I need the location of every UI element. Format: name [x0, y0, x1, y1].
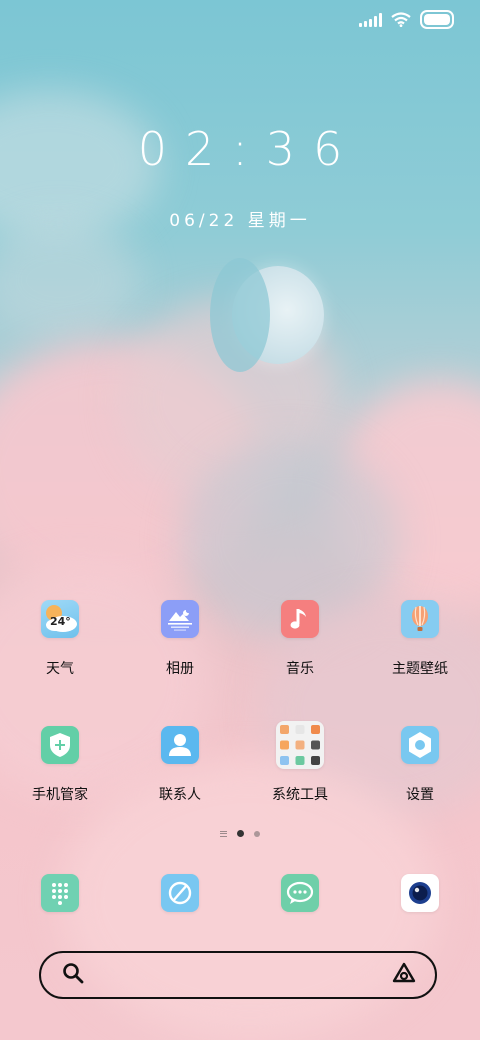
music-icon [281, 600, 319, 638]
menu-lines-icon [220, 830, 227, 837]
assistant-icon[interactable] [391, 961, 417, 989]
page-indicator[interactable] [0, 830, 480, 837]
dock [0, 874, 480, 914]
page-dot [254, 830, 260, 837]
clock-time[interactable]: 02:36 [0, 122, 480, 176]
dock-app-dialer[interactable] [0, 874, 120, 914]
page-dot-active [237, 830, 244, 837]
signal-icon [359, 12, 382, 27]
security-shield-icon [41, 726, 79, 764]
camera-icon [401, 874, 439, 912]
dialer-icon [41, 874, 79, 912]
weather-icon: 24° [41, 600, 79, 638]
app-label: 设置 [406, 787, 434, 803]
app-theme[interactable]: 主题壁纸 [360, 600, 480, 726]
search-icon[interactable] [61, 961, 85, 989]
clock-date[interactable]: 06/22 星期一 [0, 206, 480, 231]
weather-temp-badge: 24° [50, 615, 71, 628]
app-weather[interactable]: 24° 天气 [0, 600, 120, 726]
app-label: 主题壁纸 [392, 661, 448, 677]
app-label: 相册 [166, 661, 194, 677]
wifi-icon [391, 12, 411, 27]
app-grid: 24° 天气 相册 音乐 主题壁纸 手机管家 联系人 系统工具 设置 [0, 600, 480, 852]
moon-image [210, 258, 324, 372]
app-label: 系统工具 [272, 787, 328, 803]
contacts-icon [161, 726, 199, 764]
app-label: 天气 [46, 661, 74, 677]
battery-icon [420, 10, 454, 29]
messages-icon [281, 874, 319, 912]
status-bar [359, 10, 454, 29]
search-bar[interactable] [39, 951, 437, 999]
gallery-icon [161, 600, 199, 638]
system-tools-folder-icon [276, 721, 324, 769]
app-music[interactable]: 音乐 [240, 600, 360, 726]
browser-icon [161, 874, 199, 912]
app-row: 24° 天气 相册 音乐 主题壁纸 [0, 600, 480, 726]
dock-app-camera[interactable] [360, 874, 480, 914]
dock-app-messages[interactable] [240, 874, 360, 914]
app-label: 联系人 [159, 787, 201, 803]
app-label: 音乐 [286, 661, 314, 677]
dock-app-browser[interactable] [120, 874, 240, 914]
settings-hexagon-icon [401, 726, 439, 764]
theme-balloon-icon [401, 600, 439, 638]
app-gallery[interactable]: 相册 [120, 600, 240, 726]
app-label: 手机管家 [32, 787, 88, 803]
